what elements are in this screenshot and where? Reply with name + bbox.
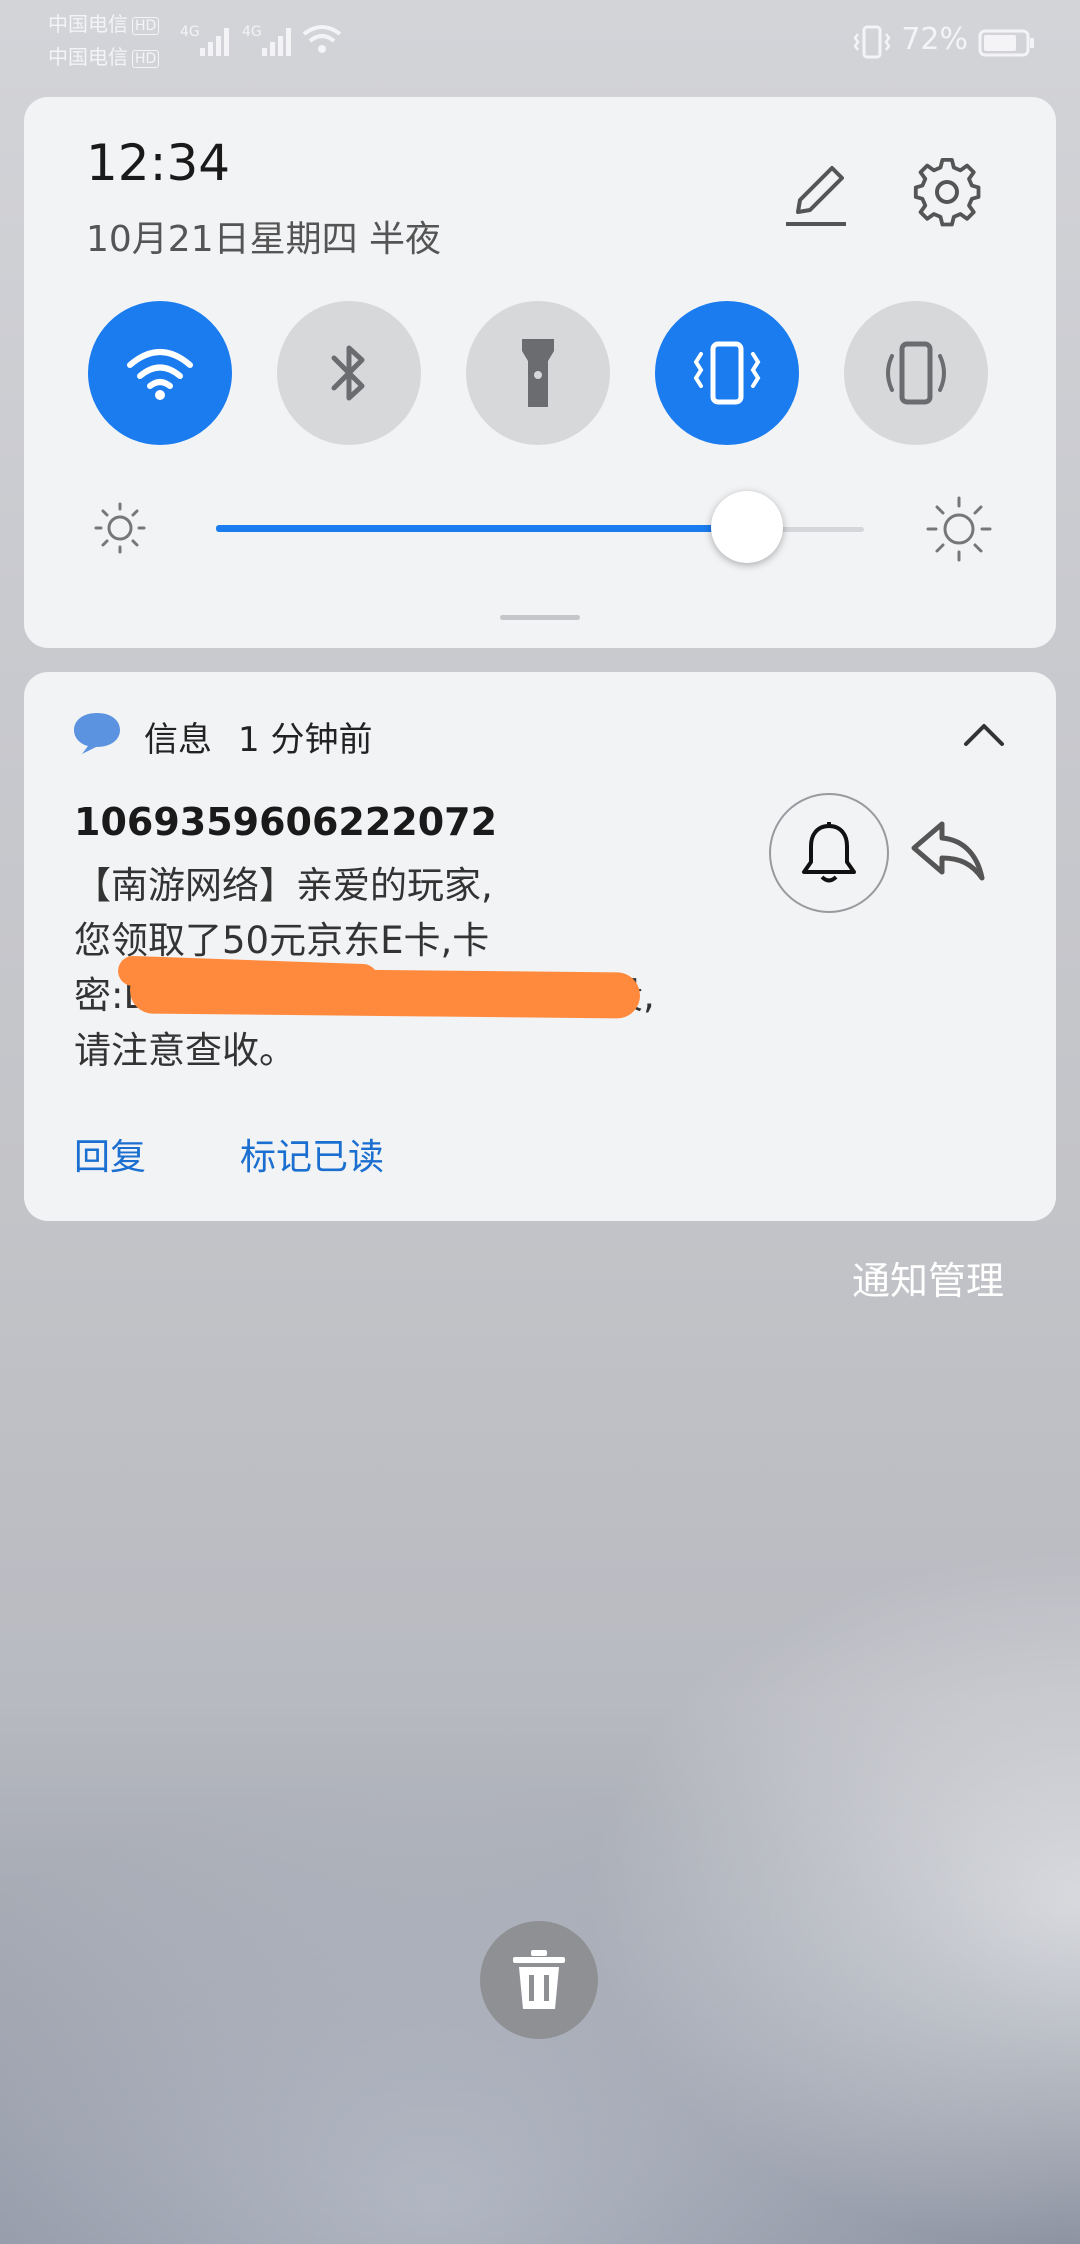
- vibrate-toggle[interactable]: [655, 301, 799, 445]
- hd-badge: HD: [132, 49, 160, 68]
- message-body-line-4: 请注意查收。: [74, 1029, 296, 1072]
- message-sender: 1069359606222072: [74, 800, 498, 844]
- snooze-bell-button[interactable]: [769, 793, 889, 913]
- brightness-high-icon: [926, 496, 992, 562]
- auto-rotate-toggle[interactable]: [844, 301, 988, 445]
- brightness-slider-fill: [216, 525, 748, 532]
- mark-read-button[interactable]: 标记已读: [240, 1128, 384, 1180]
- bluetooth-toggle[interactable]: [277, 301, 421, 445]
- brightness-slider-knob[interactable]: [711, 491, 784, 563]
- message-body-line-1: 【南游网络】亲爱的玩家,: [74, 864, 493, 907]
- clock: 12:34: [86, 134, 231, 192]
- edit-icon[interactable]: [782, 160, 852, 230]
- notification-app-name: 信息 1 分钟前: [144, 720, 373, 760]
- vibrate-icon: [693, 341, 761, 405]
- wifi-icon: [127, 349, 193, 400]
- flashlight-icon: [522, 339, 554, 407]
- hd-badge: HD: [132, 16, 160, 35]
- rotate-icon: [886, 341, 946, 405]
- battery-icon: [978, 29, 1034, 57]
- bluetooth-icon: [331, 345, 365, 401]
- settings-gear-icon[interactable]: [912, 158, 982, 228]
- carrier-1: 中国电信 HD: [48, 12, 160, 36]
- wifi-toggle[interactable]: [88, 301, 232, 445]
- panel-drag-handle[interactable]: [500, 615, 580, 620]
- bell-icon: [802, 822, 856, 883]
- carrier-2: 中国电信 HD: [48, 45, 160, 69]
- reply-button[interactable]: 回复: [74, 1128, 146, 1180]
- reply-arrow-icon[interactable]: [908, 818, 988, 884]
- battery-percent: 72%: [901, 22, 968, 57]
- vibrate-icon: [853, 25, 891, 59]
- notification-time: 1 分钟前: [238, 720, 373, 760]
- wifi-icon: [302, 25, 342, 53]
- notification-management-link[interactable]: 通知管理: [852, 1250, 1004, 1305]
- clear-all-button[interactable]: [480, 1921, 598, 2039]
- message-app-icon: [74, 713, 120, 754]
- date: 10月21日星期四 半夜: [86, 219, 442, 260]
- collapse-chevron-icon[interactable]: [960, 718, 1008, 752]
- brightness-low-icon: [94, 502, 146, 554]
- flashlight-toggle[interactable]: [466, 301, 610, 445]
- trash-icon: [513, 1950, 565, 2009]
